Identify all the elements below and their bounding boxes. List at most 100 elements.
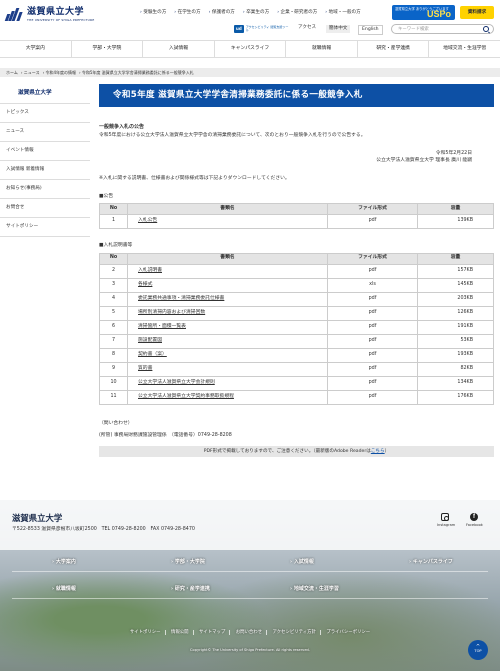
sidebar-item[interactable]: ニュース bbox=[0, 123, 90, 142]
sidebar-item[interactable]: お知らせ(事務局) bbox=[0, 180, 90, 199]
sidebar-item[interactable]: トピックス bbox=[0, 104, 90, 123]
sidebar-item[interactable]: サイトポリシー bbox=[0, 218, 90, 237]
audience-link[interactable]: 在学生の方 bbox=[174, 10, 201, 16]
instagram-label: Instagram bbox=[437, 523, 456, 527]
audience-link[interactable]: 受験生の方 bbox=[140, 10, 166, 16]
cell-no: 1 bbox=[99, 214, 128, 230]
footer-link[interactable]: お問い合わせ bbox=[231, 630, 268, 635]
cell-no: 8 bbox=[99, 347, 128, 363]
audience-link[interactable]: 企業・研究者の方 bbox=[277, 10, 318, 16]
gnav-item[interactable]: 大学案内 bbox=[0, 41, 72, 57]
search-icon[interactable] bbox=[483, 26, 489, 32]
cell-file-type: pdf bbox=[327, 214, 418, 230]
site-footer: 滋賀県立大学 〒522-8533 滋賀県彦根市八坂町2500 TEL 0749-… bbox=[0, 500, 500, 671]
document-link[interactable]: 契約書（案） bbox=[138, 352, 167, 357]
cell-no: 4 bbox=[99, 291, 128, 307]
audience-link[interactable]: 保護者の方 bbox=[209, 10, 235, 16]
site-logo[interactable]: 滋賀県立大学 THE UNIVERSITY OF SHIGA PREFECTUR… bbox=[4, 6, 94, 22]
notice-text: 令和5年度における公立大学法人滋賀県立大学学舎の清掃業務委託について、次のとおり… bbox=[99, 132, 366, 138]
cell-document-link: 各様式 bbox=[127, 277, 328, 293]
document-link[interactable]: 場所別清掃内容および清掃回数 bbox=[138, 310, 205, 315]
cell-file-size: 82KB bbox=[417, 361, 494, 377]
footer-nav-item[interactable]: 地域交流・生涯学習 bbox=[250, 580, 369, 598]
cell-no: 6 bbox=[99, 319, 128, 335]
facebook-label: Facebook bbox=[466, 523, 483, 527]
footer-link[interactable]: サイトマップ bbox=[194, 630, 231, 635]
section-label-setsumei: ■入札説明書等 bbox=[99, 243, 133, 249]
footer-nav-item[interactable]: 学部・大学院 bbox=[131, 553, 250, 571]
cell-no: 5 bbox=[99, 305, 128, 321]
document-link[interactable]: 施設配置図 bbox=[138, 338, 162, 343]
document-link[interactable]: 清掃箇所・面積一覧表 bbox=[138, 324, 186, 329]
footer-nav-item[interactable]: 研究・産学連携 bbox=[131, 580, 250, 598]
gnav-item[interactable]: 研究・産学連携 bbox=[358, 41, 430, 57]
cell-file-type: pdf bbox=[327, 263, 418, 279]
lang-english-link[interactable]: English bbox=[358, 25, 383, 36]
uspo-banner[interactable]: 滋賀県立大学 ありがとうございます USPo bbox=[392, 5, 455, 20]
instagram-icon bbox=[441, 513, 449, 521]
instagram-link[interactable]: Instagram bbox=[437, 513, 456, 528]
footer-nav-item[interactable]: 大学案内 bbox=[12, 553, 131, 571]
footer-links: サイトポリシー 情報公開 サイトマップ お問い合わせ アクセシビリティ方針 プラ… bbox=[0, 630, 500, 636]
accessibility-tool-button[interactable]: ud アクセシビリティ 閲覧支援ツール bbox=[234, 24, 291, 34]
cell-file-type: pdf bbox=[327, 319, 418, 335]
lang-chinese-link[interactable]: 簡体中文 bbox=[326, 25, 351, 34]
adobe-reader-link[interactable]: こちら bbox=[371, 449, 385, 454]
request-materials-button[interactable]: 資料請求 bbox=[460, 6, 494, 19]
gnav-item[interactable]: 入試情報 bbox=[143, 41, 215, 57]
document-link[interactable]: 公立大学法人滋賀県立大学契約事務取扱規程 bbox=[138, 394, 234, 399]
document-link[interactable]: 各様式 bbox=[138, 282, 152, 287]
cell-file-size: 191KB bbox=[417, 319, 494, 335]
sidebar-item[interactable]: 入試情報 新着情報 bbox=[0, 161, 90, 180]
sidebar-item[interactable]: お問合せ bbox=[0, 199, 90, 218]
audience-link[interactable]: 地域・一般の方 bbox=[325, 10, 361, 16]
breadcrumb-current: 令和5年度 滋賀県立大学学舎清掃業務委託に係る一般競争入札 bbox=[81, 70, 194, 75]
download-note: ※入札に関する説明書、仕様書および関係様式等は下記よりダウンロードしてください。 bbox=[99, 176, 290, 182]
notice-heading: 一般競争入札の公告 bbox=[99, 124, 145, 130]
breadcrumb-link[interactable]: 令和4年度の情報 bbox=[45, 70, 76, 75]
gnav-item[interactable]: 地域交流・生涯学習 bbox=[429, 41, 500, 57]
breadcrumb-link[interactable]: ホーム bbox=[6, 70, 18, 75]
cell-document-link: 委託業務共通事項・清掃業務委託仕様書 bbox=[127, 291, 328, 307]
cell-file-size: 157KB bbox=[417, 263, 494, 279]
document-link[interactable]: 公立大学法人滋賀県立大学会計規則 bbox=[138, 380, 215, 385]
audience-link[interactable]: 卒業生の方 bbox=[243, 10, 269, 16]
sidebar-item[interactable]: イベント情報 bbox=[0, 142, 90, 161]
cell-file-type: pdf bbox=[327, 347, 418, 363]
table-row: 2 入札説明書 pdf 157KB bbox=[99, 263, 494, 279]
sidebar-heading[interactable]: 滋賀県立大学 bbox=[0, 84, 90, 104]
footer-link[interactable]: サイトポリシー bbox=[125, 630, 166, 635]
sidebar: 滋賀県立大学 トピックス ニュース イベント情報 入試情報 新着情報 お知らせ(… bbox=[0, 84, 90, 237]
footer-nav-item[interactable]: 入試情報 bbox=[250, 553, 369, 571]
breadcrumb-link[interactable]: ニュース bbox=[24, 70, 40, 75]
footer-nav-item[interactable]: キャンパスライフ bbox=[369, 553, 488, 571]
cell-file-type: pdf bbox=[327, 333, 418, 349]
footer-link[interactable]: アクセシビリティ方針 bbox=[268, 630, 321, 635]
cell-file-type: xls bbox=[327, 277, 418, 293]
gnav-item[interactable]: 就職情報 bbox=[286, 41, 358, 57]
table-row: 5 場所別清掃内容および清掃回数 pdf 126KB bbox=[99, 305, 494, 321]
document-link[interactable]: 委託業務共通事項・清掃業務委託仕様書 bbox=[138, 296, 224, 301]
document-link[interactable]: 入札説明書 bbox=[138, 268, 162, 273]
gnav-item[interactable]: 学部・大学院 bbox=[72, 41, 144, 57]
copyright: Copyright© The University of Shiga Prefe… bbox=[190, 648, 310, 652]
footer-nav-item[interactable]: 就職情報 bbox=[12, 580, 131, 598]
table-row: 9 質的書 pdf 82KB bbox=[99, 361, 494, 377]
gnav-item[interactable]: キャンパスライフ bbox=[215, 41, 287, 57]
cell-file-size: 139KB bbox=[417, 214, 494, 230]
back-to-top-button[interactable]: TOP bbox=[468, 640, 488, 660]
footer-link[interactable]: プライバシーポリシー bbox=[322, 630, 374, 635]
document-link[interactable]: 入札公告 bbox=[138, 218, 157, 223]
facebook-link[interactable]: f Facebook bbox=[466, 513, 483, 528]
document-link[interactable]: 質的書 bbox=[138, 366, 152, 371]
col-name: 書類名 bbox=[127, 252, 328, 265]
footer-link[interactable]: 情報公開 bbox=[166, 630, 194, 635]
kokoku-table: No 書類名 ファイル形式 容量 1 入札公告 pdf 139KB bbox=[99, 203, 494, 230]
col-type: ファイル形式 bbox=[327, 203, 418, 216]
search-input[interactable]: キーワード検索 bbox=[391, 24, 494, 34]
table-row: 6 清掃箇所・面積一覧表 pdf 191KB bbox=[99, 319, 494, 335]
access-link[interactable]: アクセス bbox=[298, 25, 316, 31]
facebook-icon: f bbox=[470, 513, 478, 521]
table-row: 3 各様式 xls 145KB bbox=[99, 277, 494, 293]
cell-document-link: 入札公告 bbox=[127, 214, 328, 230]
